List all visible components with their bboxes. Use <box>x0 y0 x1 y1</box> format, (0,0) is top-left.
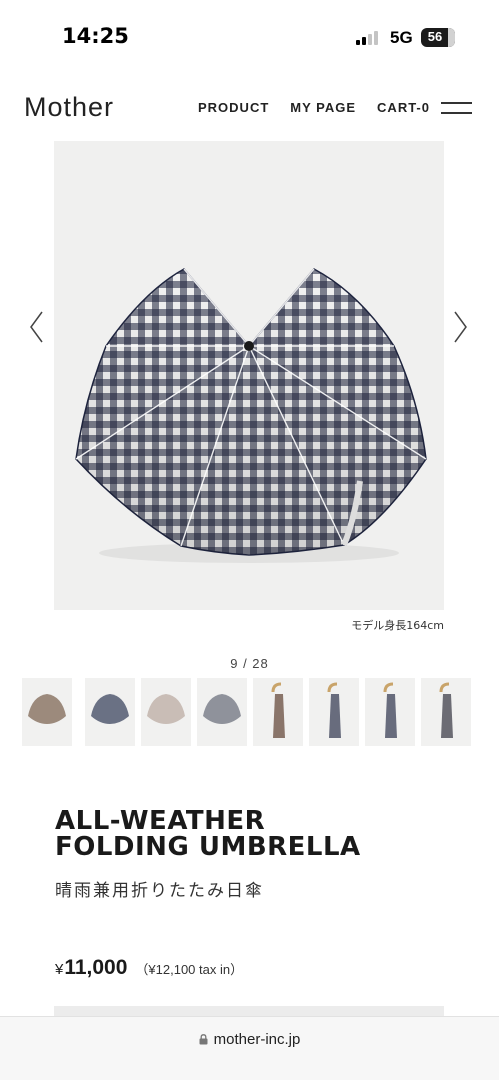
lock-icon <box>199 1034 208 1045</box>
product-title-line-2: FOLDING UMBRELLA <box>55 832 361 862</box>
chevron-left-icon[interactable] <box>28 310 44 344</box>
thumbnail-7[interactable] <box>365 678 415 746</box>
price-value: 11,000 <box>64 956 128 979</box>
menu-icon[interactable] <box>441 102 472 114</box>
signal-icon <box>356 31 382 45</box>
status-time: 14:25 <box>62 24 129 48</box>
nav-my-page[interactable]: MY PAGE <box>290 100 356 115</box>
thumbnail-5[interactable] <box>253 678 303 746</box>
nav-product[interactable]: PRODUCT <box>198 100 269 115</box>
product-subtitle: 晴雨兼用折りたたみ日傘 <box>55 881 264 900</box>
battery-icon: 56 <box>421 28 455 47</box>
model-height-caption: モデル身長164cm <box>351 619 444 632</box>
price-tax-included: （¥12,100 tax in） <box>135 962 244 977</box>
browser-address-bar[interactable]: mother-inc.jp <box>0 1016 499 1080</box>
price-row: ¥11,000 （¥12,100 tax in） <box>55 956 243 980</box>
site-logo[interactable]: Mother <box>24 92 114 123</box>
product-title: ALL-WEATHER FOLDING UMBRELLA <box>55 808 361 860</box>
main-nav: PRODUCT MY PAGE CART-0 <box>198 100 451 115</box>
thumbnail-8[interactable] <box>421 678 471 746</box>
status-bar: 14:25 5G 56 <box>0 0 499 72</box>
network-label: 5G <box>390 28 413 47</box>
nav-cart[interactable]: CART-0 <box>377 100 430 115</box>
chevron-right-icon[interactable] <box>453 310 469 344</box>
thumbnail-strip <box>0 678 499 746</box>
gallery-counter: 9 / 28 <box>230 656 269 671</box>
price: ¥11,000 <box>55 956 127 980</box>
thumbnail-4[interactable] <box>197 678 247 746</box>
umbrella-illustration <box>54 141 444 610</box>
price-currency: ¥ <box>55 961 64 978</box>
thumbnail-2[interactable] <box>85 678 135 746</box>
thumbnail-6[interactable] <box>309 678 359 746</box>
product-title-line-1: ALL-WEATHER <box>55 806 266 836</box>
url-text: mother-inc.jp <box>213 1031 301 1048</box>
thumbnail-3[interactable] <box>141 678 191 746</box>
product-main-image[interactable] <box>54 141 444 610</box>
url-display[interactable]: mother-inc.jp <box>0 1031 499 1048</box>
site-header: Mother PRODUCT MY PAGE CART-0 <box>0 80 499 136</box>
battery-level: 56 <box>427 29 443 44</box>
thumbnail-1[interactable] <box>22 678 72 746</box>
